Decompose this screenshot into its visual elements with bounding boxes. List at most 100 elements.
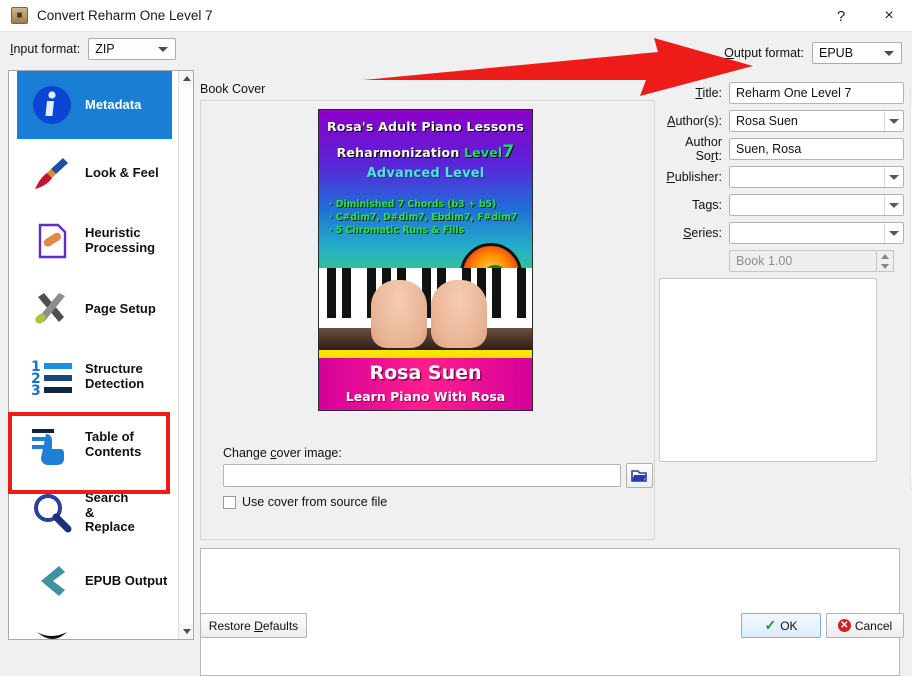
cover-bullet: · Diminished 7 Chords (b3 + b5) — [329, 199, 497, 210]
authors-value: Rosa Suen — [736, 114, 798, 128]
ok-button[interactable]: ✓ OK — [741, 613, 821, 638]
field-row-author-sort: Author Sort: Suen, Rosa — [659, 135, 904, 163]
scroll-down-icon[interactable] — [179, 624, 193, 639]
paintbrush-icon — [29, 150, 75, 196]
input-format-select[interactable]: ZIP — [88, 38, 177, 60]
use-cover-checkbox[interactable] — [223, 495, 236, 509]
book-cover-label: Book Cover — [200, 82, 266, 96]
sidebar-item-partial[interactable] — [17, 615, 172, 639]
field-row-publisher: Publisher: — [659, 166, 904, 188]
sidebar-scrollbar[interactable] — [178, 71, 193, 639]
help-button[interactable]: ? — [818, 0, 864, 32]
series-index-stepper — [877, 250, 894, 272]
settings-category-list[interactable]: Metadata Look & Feel Heuristic Processin… — [8, 70, 194, 640]
window-title: Convert Reharm One Level 7 — [37, 8, 213, 23]
use-cover-from-source-row[interactable]: Use cover from source file — [223, 495, 387, 509]
sidebar-item-look-and-feel[interactable]: Look & Feel — [17, 139, 172, 207]
toc-hand-icon — [29, 422, 75, 468]
cover-author-name: Rosa Suen — [369, 362, 482, 384]
author-sort-label: Author Sort: — [685, 135, 722, 163]
restore-defaults-button[interactable]: Restore Defaults — [200, 613, 307, 638]
output-format-select[interactable]: EPUB — [812, 42, 902, 64]
sidebar-item-structure-detection[interactable]: 123 Structure Detection — [17, 343, 172, 411]
change-cover-input[interactable] — [223, 464, 621, 487]
series-input[interactable] — [729, 222, 904, 244]
info-circle-icon — [29, 82, 75, 128]
sidebar-item-heuristic-processing[interactable]: Heuristic Processing — [17, 207, 172, 275]
series-index-row: Book 1.00 — [729, 250, 904, 272]
ok-label: OK — [780, 618, 798, 633]
chevron-down-icon[interactable] — [884, 223, 903, 243]
series-index-input: Book 1.00 — [729, 250, 877, 272]
chevron-down-icon[interactable] — [884, 111, 903, 131]
book-cover-image: Rosa's Adult Piano Lessons Reharmonizati… — [318, 109, 533, 411]
cover-tagline: Learn Piano With Rosa — [345, 389, 506, 404]
wrench-screwdriver-icon — [29, 286, 75, 332]
series-label: Series: — [683, 226, 722, 240]
document-bandage-icon — [29, 218, 75, 264]
window-title-bar: ■ Convert Reharm One Level 7 ? × — [0, 0, 912, 32]
cover-title-line3: Advanced Level — [366, 166, 485, 181]
svg-text:3: 3 — [31, 383, 41, 399]
restore-defaults-label: Restore Defaults — [208, 618, 299, 633]
cancel-icon: ✕ — [837, 619, 851, 632]
scroll-up-icon[interactable] — [179, 71, 193, 86]
sidebar-items: Metadata Look & Feel Heuristic Processin… — [9, 71, 180, 639]
partial-icon — [29, 626, 75, 639]
hand-left-graphic — [371, 280, 427, 348]
sidebar-item-epub-output[interactable]: EPUB Output — [17, 547, 172, 615]
use-cover-label: Use cover from source file — [242, 495, 388, 509]
cover-bullets: · Diminished 7 Chords (b3 + b5) · C#dim7… — [329, 198, 532, 237]
sidebar-item-table-of-contents[interactable]: Table of Contents — [17, 411, 172, 479]
close-button[interactable]: × — [866, 0, 912, 32]
folder-open-icon — [631, 470, 647, 482]
cover-title-line1: Rosa's Adult Piano Lessons — [326, 119, 524, 134]
chevron-down-icon — [158, 47, 169, 52]
magnifier-icon — [29, 490, 75, 536]
metadata-form: Title: Reharm One Level 7 Author(s): Ros… — [659, 82, 912, 490]
cancel-label: Cancel — [854, 618, 893, 633]
sidebar-item-page-setup[interactable]: Page Setup — [17, 275, 172, 343]
sidebar-item-label: EPUB Output — [85, 572, 168, 588]
authors-input[interactable]: Rosa Suen — [729, 110, 904, 132]
sidebar-item-label: Look & Feel — [85, 164, 159, 180]
chevron-down-icon[interactable] — [884, 167, 903, 187]
hand-right-graphic — [431, 280, 487, 348]
comments-input[interactable] — [659, 278, 877, 462]
publisher-input[interactable] — [729, 166, 904, 188]
output-format-value: EPUB — [819, 46, 854, 60]
sidebar-item-label: Search & Replace — [85, 489, 135, 535]
title-label: Title: — [695, 86, 722, 100]
cover-bullet: · 5 Chromatic Runs & Fills — [329, 225, 465, 236]
metadata-panel: Book Cover Rosa's Adult Piano Lessons Re… — [196, 70, 912, 676]
numbered-list-icon: 123 — [29, 354, 75, 400]
book-cover-panel: Rosa's Adult Piano Lessons Reharmonizati… — [200, 100, 655, 540]
cancel-button[interactable]: ✕ Cancel — [826, 613, 904, 638]
chevron-down-icon[interactable] — [884, 195, 903, 215]
input-format-label: Input format: — [10, 42, 81, 56]
chevron-left-icon — [29, 558, 75, 604]
authors-label: Author(s): — [667, 114, 722, 128]
sidebar-item-metadata[interactable]: Metadata — [17, 71, 172, 139]
sidebar-item-label: Metadata — [85, 96, 142, 112]
field-row-authors: Author(s): Rosa Suen — [659, 110, 904, 132]
chevron-down-icon — [884, 51, 894, 56]
output-format-row: Output format: EPUB — [724, 42, 902, 64]
sidebar-item-search-replace[interactable]: Search & Replace — [17, 479, 172, 547]
title-input[interactable]: Reharm One Level 7 — [729, 82, 904, 104]
browse-cover-button[interactable] — [626, 463, 653, 488]
sidebar-item-label: Table of Contents — [85, 429, 142, 459]
cover-bullet: · C#dim7, D#dim7, Ebdim7, F#dim7 — [329, 212, 518, 223]
tags-input[interactable] — [729, 194, 904, 216]
output-format-label: Output format: — [724, 46, 804, 60]
input-format-value: ZIP — [95, 42, 115, 56]
publisher-label: Publisher: — [666, 170, 722, 184]
check-icon: ✓ — [764, 617, 777, 633]
field-row-title: Title: Reharm One Level 7 — [659, 82, 904, 104]
sidebar-item-label: Page Setup — [85, 300, 156, 316]
author-sort-input[interactable]: Suen, Rosa — [729, 138, 904, 160]
sidebar-item-label: Structure Detection — [85, 361, 145, 391]
tags-label: Tags: — [692, 198, 722, 212]
field-row-tags: Tags: — [659, 194, 904, 216]
change-cover-label: Change cover image: — [223, 446, 342, 460]
